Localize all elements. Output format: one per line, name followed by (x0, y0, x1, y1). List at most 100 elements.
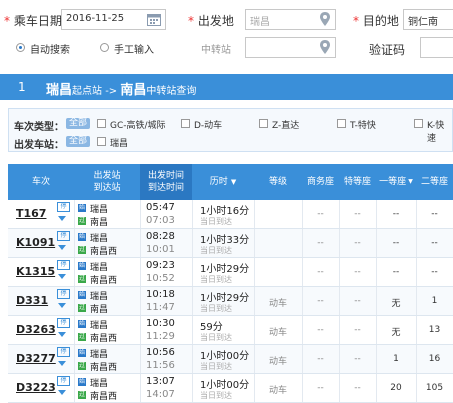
col-grade: 等级 (268, 177, 287, 187)
pass-station-icon: 过 (78, 275, 86, 283)
table-row[interactable]: D331 停始瑞昌过南昌 10:18 11:47 1小时29分 当日到达 动车 -- -- 无 1 (8, 287, 453, 316)
stop-info-icon[interactable]: 停 (57, 347, 70, 357)
train-type-all[interactable]: 全部 (66, 118, 91, 129)
duration: 1小时00分 (200, 380, 250, 391)
table-row[interactable]: K1091 停始瑞昌过南昌西 08:28 10:01 1小时33分 当日到达 -- -- -- -… (8, 229, 453, 258)
start-station-icon: 始 (78, 349, 86, 357)
special-seat: -- (354, 354, 361, 364)
auto-search-radio[interactable] (16, 43, 25, 52)
type-label-k: K-快速 (427, 121, 445, 144)
stop-info-icon[interactable]: 停 (57, 260, 70, 270)
business-seat: -- (317, 267, 324, 277)
expand-arrow-icon[interactable] (58, 216, 66, 221)
train-number[interactable]: K1315 (16, 265, 55, 278)
departure-time: 08:28 (146, 231, 175, 242)
from-input[interactable]: 瑞昌 (245, 9, 336, 30)
expand-arrow-icon[interactable] (58, 303, 66, 308)
transfer-input[interactable] (245, 37, 336, 58)
special-seat: -- (354, 267, 361, 277)
start-station-icon: 始 (78, 291, 86, 299)
special-seat: -- (354, 383, 361, 393)
col-stations[interactable]: 出发站 到达站 (74, 164, 140, 200)
from-station: 瑞昌 (90, 379, 109, 389)
special-seat: -- (354, 238, 361, 248)
duration: 1小时29分 (200, 293, 250, 304)
departure-time: 13:07 (146, 376, 175, 387)
table-row[interactable]: K1315 停始瑞昌过南昌西 09:23 10:52 1小时29分 当日到达 -- -- -- -… (8, 258, 453, 287)
first-class-seat: 无 (391, 299, 401, 309)
table-row[interactable]: T167 停始瑞昌过南昌 05:47 07:03 1小时16分 当日到达 -- -- -- -- (8, 200, 453, 229)
table-row[interactable]: D3263 停始瑞昌过南昌西 10:30 11:29 59分 当日到达 动车 -- -- 无 13 (8, 316, 453, 345)
expand-arrow-icon[interactable] (58, 361, 66, 366)
arrival-time: 07:03 (146, 215, 175, 226)
type-checkbox-d[interactable] (181, 119, 190, 128)
business-seat: -- (317, 325, 324, 335)
captcha-input[interactable] (420, 37, 453, 58)
expand-arrow-icon[interactable] (58, 332, 66, 337)
business-seat: -- (317, 238, 324, 248)
same-day-arrival: 当日到达 (200, 333, 232, 342)
to-station: 南昌西 (90, 363, 118, 373)
manual-input-radio[interactable] (100, 43, 109, 52)
pass-station-icon: 过 (78, 333, 86, 341)
to-station: 南昌西 (90, 392, 118, 402)
stop-info-icon[interactable]: 停 (57, 202, 70, 212)
col-duration[interactable]: 历时 ▼ (192, 164, 254, 200)
stop-info-icon[interactable]: 停 (57, 376, 70, 386)
col-times[interactable]: 出发时间 到达时间 (140, 164, 192, 200)
calendar-icon[interactable] (147, 13, 161, 26)
type-label-d: D-动车 (194, 121, 223, 131)
stop-info-icon[interactable]: 停 (57, 289, 70, 299)
arrival-time: 14:07 (146, 389, 175, 400)
from-label: * 出发地 (188, 14, 234, 28)
auto-search-label: 自动搜索 (30, 45, 70, 56)
start-station-icon: 始 (78, 378, 86, 386)
station-checkbox[interactable] (97, 137, 106, 146)
departure-time: 10:30 (146, 318, 175, 329)
type-checkbox-t[interactable] (337, 119, 346, 128)
business-seat: -- (317, 209, 324, 219)
same-day-arrival: 当日到达 (200, 362, 232, 371)
expand-arrow-icon[interactable] (58, 390, 66, 395)
train-number[interactable]: D3263 (16, 323, 56, 336)
grade: 动车 (268, 328, 287, 338)
second-class-seat: -- (431, 209, 438, 219)
type-checkbox-z[interactable] (259, 119, 268, 128)
second-class-seat: 105 (425, 383, 444, 393)
type-label-t: T-特快 (350, 121, 376, 131)
departure-time: 10:56 (146, 347, 175, 358)
train-number[interactable]: D331 (16, 294, 48, 307)
to-station: 南昌 (90, 305, 109, 315)
type-checkbox-gc[interactable] (97, 119, 106, 128)
table-row[interactable]: D3277 停始瑞昌过南昌西 10:56 11:56 1小时00分 当日到达 动车 -- -- 1… (8, 345, 453, 374)
pass-station-icon: 过 (78, 362, 86, 370)
type-checkbox-k[interactable] (414, 119, 423, 128)
transfer-label: 中转站 (201, 45, 231, 56)
from-station: 瑞昌 (90, 205, 109, 215)
station-label: 出发车站： (14, 140, 64, 151)
first-class-seat: 1 (393, 354, 399, 364)
expand-arrow-icon[interactable] (58, 245, 66, 250)
from-station: 瑞昌 (90, 350, 109, 360)
arrival-time: 11:29 (146, 331, 175, 342)
train-number[interactable]: D3223 (16, 381, 56, 394)
start-station-icon: 始 (78, 204, 86, 212)
train-number[interactable]: T167 (16, 207, 46, 220)
business-seat: -- (317, 354, 324, 364)
train-number[interactable]: K1091 (16, 236, 55, 249)
station-all[interactable]: 全部 (66, 136, 91, 147)
start-station-icon: 始 (78, 233, 86, 241)
stop-info-icon[interactable]: 停 (57, 231, 70, 241)
to-input[interactable]: 铜仁南 (403, 9, 453, 30)
train-number[interactable]: D3277 (16, 352, 56, 365)
from-station: 瑞昌 (90, 234, 109, 244)
date-input[interactable]: 2016-11-25 (61, 9, 166, 30)
stop-info-icon[interactable]: 停 (57, 318, 70, 328)
expand-arrow-icon[interactable] (58, 274, 66, 279)
same-day-arrival: 当日到达 (200, 391, 232, 400)
duration: 1小时29分 (200, 264, 250, 275)
station-option: 瑞昌 (110, 139, 129, 149)
table-row[interactable]: D3223 停始瑞昌过南昌西 13:07 14:07 1小时00分 当日到达 动车 -- -- 2… (8, 374, 453, 403)
second-class-seat: 13 (428, 325, 441, 335)
second-class-seat: -- (431, 267, 438, 277)
